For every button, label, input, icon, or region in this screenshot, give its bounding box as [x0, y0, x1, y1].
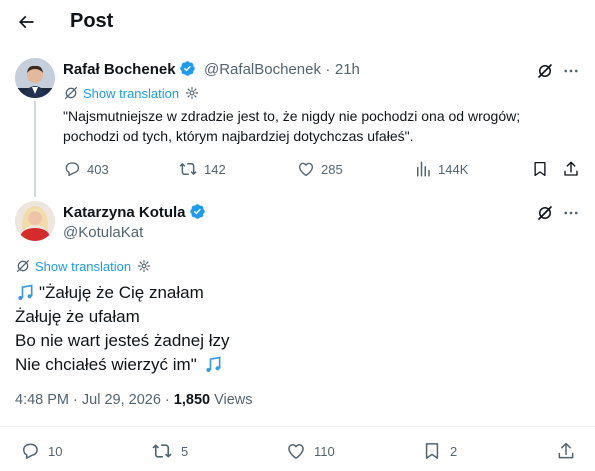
avatar[interactable] [15, 58, 55, 98]
more-options-button[interactable] [562, 62, 580, 80]
verified-badge-icon [179, 60, 196, 77]
tweet1-text: "Najsmutniejsze w zdradzie jest to, że n… [63, 106, 583, 146]
analytics-icon [417, 161, 430, 177]
music-notes-icon [18, 284, 33, 301]
reply-icon [65, 162, 80, 177]
heart-icon [288, 444, 304, 459]
avatar[interactable] [15, 201, 55, 241]
separator-dot: · [325, 61, 331, 78]
views-count: 1,850 [173, 392, 211, 408]
reply-button[interactable]: 10 [20, 441, 62, 461]
grok-button[interactable] [536, 62, 554, 80]
grok-icon [538, 64, 552, 78]
bookmark-icon [534, 161, 546, 177]
music-notes-icon [206, 356, 221, 373]
tweet2-text-line4-row: Nie chciałeś wierzyć im" [15, 353, 575, 377]
reply-count: 403 [87, 161, 109, 177]
tweet2-text-line4: Nie chciałeś wierzyć im" [15, 355, 197, 374]
verified-badge-icon [189, 203, 206, 220]
reply-count: 10 [48, 443, 63, 459]
share-button[interactable] [556, 441, 576, 461]
repost-icon [179, 162, 197, 176]
more-horizontal-icon [564, 211, 578, 215]
reply-icon [23, 443, 38, 459]
avatar-photo [15, 201, 55, 241]
show-translation-label: Show translation [35, 258, 132, 274]
divider [0, 426, 595, 427]
repost-button[interactable]: 142 [178, 160, 226, 178]
views-button[interactable]: 144K [414, 160, 468, 178]
tweet2-text-line2: Żałuję że ufałam [15, 307, 140, 326]
tweet1-text-line1: "Najsmutniejsze w zdradzie jest to, że n… [63, 108, 521, 124]
translate-icon [65, 87, 77, 99]
show-translation-label: Show translation [83, 85, 180, 101]
more-horizontal-icon [564, 69, 578, 73]
post-metadata: 4:48 PM · Jul 29, 2026 · 1,850 Views [15, 392, 253, 408]
thread-line [34, 101, 36, 197]
like-count: 285 [321, 161, 343, 177]
heart-icon [298, 162, 314, 177]
grok-icon [538, 206, 552, 220]
more-options-button[interactable] [562, 204, 580, 222]
tweet1-author-row: Rafał Bochenek @RafalBochenek · 21h [63, 60, 360, 79]
show-translation-link[interactable]: Show translation [63, 85, 199, 101]
page-title: Post [70, 10, 114, 32]
tweet2-text-line3: Bo nie wart jesteś żadnej łzy [15, 331, 230, 350]
repost-button[interactable]: 5 [151, 441, 188, 461]
tweet2-author-row: Katarzyna Kotula [63, 203, 206, 222]
reply-button[interactable]: 403 [63, 160, 109, 178]
share-icon [564, 161, 578, 176]
bookmark-button[interactable]: 2 [422, 441, 457, 461]
post-time[interactable]: 21h [335, 61, 360, 78]
avatar-photo [15, 58, 55, 98]
tweet2-text-line1-row: "Żałuję że Cię znałam [15, 281, 575, 305]
views-count: 144K [438, 161, 469, 177]
gear-icon[interactable] [137, 259, 151, 273]
bookmark-icon [425, 443, 439, 459]
back-button[interactable] [12, 8, 40, 36]
author-handle[interactable]: @KotulaKat [63, 224, 143, 241]
views-label: Views [210, 392, 253, 408]
bookmark-count: 2 [450, 443, 458, 459]
post-timestamp[interactable]: 4:48 PM · Jul 29, 2026 · [15, 392, 174, 408]
gear-icon[interactable] [185, 86, 199, 100]
share-button[interactable] [562, 160, 580, 178]
show-translation-link[interactable]: Show translation [15, 258, 151, 274]
repost-count: 142 [204, 161, 226, 177]
like-count: 110 [314, 443, 335, 459]
bookmark-button[interactable] [531, 160, 549, 178]
tweet2-text-line1: "Żałuję że Cię znałam [39, 283, 204, 302]
author-name[interactable]: Katarzyna Kotula [63, 204, 186, 221]
like-button[interactable]: 285 [297, 160, 343, 178]
arrow-left-icon [18, 15, 34, 29]
author-handle[interactable]: @RafalBochenek [204, 61, 321, 78]
repost-icon [152, 444, 172, 458]
grok-button[interactable] [536, 204, 554, 222]
share-icon [558, 442, 574, 459]
author-name[interactable]: Rafał Bochenek [63, 61, 176, 78]
like-button[interactable]: 110 [286, 441, 335, 461]
repost-count: 5 [181, 443, 189, 459]
translate-icon [17, 260, 29, 272]
tweet2-text: "Żałuję że Cię znałam Żałuję że ufałam B… [15, 281, 575, 377]
tweet1-text-line2: pochodzi od tych, którym najbardziej dot… [63, 128, 414, 144]
